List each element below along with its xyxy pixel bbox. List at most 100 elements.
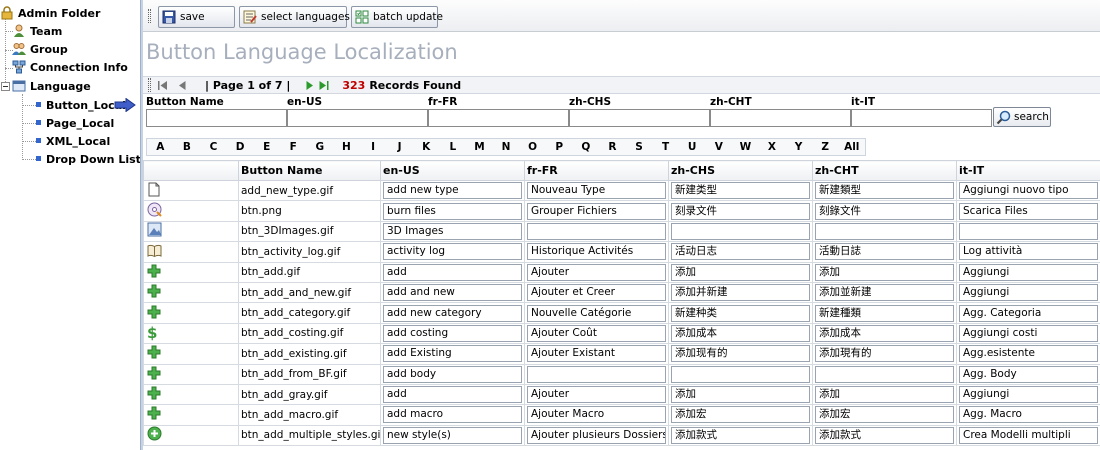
alpha-letter-a[interactable]: A (147, 141, 174, 153)
select-languages-button[interactable]: select languages... (239, 6, 360, 28)
alpha-letter-e[interactable]: E (253, 141, 280, 153)
alpha-letter-m[interactable]: M (466, 141, 493, 153)
button-name-filter-input[interactable] (146, 109, 287, 127)
zh-cht-text-input[interactable] (815, 222, 954, 240)
tree-item-xml-local[interactable]: XML_Local (36, 132, 110, 150)
it-it-text-input[interactable]: Aggiungi (959, 284, 1098, 302)
fr-fr-text-input[interactable]: Ajouter Macro (527, 406, 666, 424)
it-it-text-input[interactable]: Agg. Body (959, 365, 1098, 383)
zh-chs-text-input[interactable]: 新建种类 (671, 304, 810, 322)
fr-fr-text-input[interactable]: Grouper Fichiers (527, 202, 666, 220)
it-it-text-input[interactable]: Agg.esistente (959, 345, 1098, 363)
fr-fr-text-input[interactable]: Ajouter Existant (527, 345, 666, 363)
table-row[interactable]: btn_add.gif add Ajouter 添加 添加 Aggiungi (143, 261, 1100, 283)
zh-cht-text-input[interactable]: 添加 (815, 263, 954, 281)
zh-chs-text-input[interactable]: 添加 (671, 263, 810, 281)
table-row[interactable]: btn_activity_log.gif activity log Historiq… (143, 241, 1100, 263)
col-header-button-name[interactable]: Button Name (238, 160, 381, 181)
zh-cht-text-input[interactable]: 新建類型 (815, 182, 954, 200)
en-us-text-input[interactable]: add Existing (383, 345, 522, 363)
last-page-icon[interactable] (319, 80, 329, 90)
zh-cht-text-input[interactable]: 刻錄文件 (815, 202, 954, 220)
alpha-letter-v[interactable]: V (705, 141, 732, 153)
it-it-text-input[interactable]: Aggiungi costi (959, 324, 1098, 342)
table-row[interactable]: btn.png burn files Grouper Fichiers 刻录文件 刻錄文… (143, 200, 1100, 222)
zh-cht-text-input[interactable]: 添加並新建 (815, 284, 954, 302)
fr-fr-text-input[interactable]: Ajouter Coût (527, 324, 666, 342)
it-it-text-input[interactable] (959, 222, 1098, 240)
it-it-filter-input[interactable] (851, 109, 992, 127)
table-row[interactable]: btn_add_and_new.gif add and new Ajouter et… (143, 281, 1100, 304)
batch-update-button[interactable]: batch update (351, 6, 443, 28)
next-page-icon[interactable] (306, 80, 314, 90)
alpha-letter-f[interactable]: F (280, 141, 307, 153)
alpha-letter-g[interactable]: G (307, 141, 334, 153)
zh-cht-text-input[interactable] (815, 365, 954, 383)
zh-chs-text-input[interactable]: 活动日志 (671, 243, 810, 261)
table-row[interactable]: $ btn_add_costing.gif add costing Ajouter C… (143, 322, 1100, 345)
fr-fr-text-input[interactable]: Historique Activités (527, 243, 666, 261)
alpha-letter-b[interactable]: B (174, 141, 201, 153)
save-button[interactable]: save (158, 6, 235, 28)
zh-chs-text-input[interactable]: 添加款式 (671, 426, 810, 444)
it-it-text-input[interactable]: Aggiungi (959, 386, 1098, 404)
en-us-text-input[interactable]: new style(s) (383, 426, 522, 444)
col-header-zh-cht[interactable]: zh-CHT (812, 160, 957, 181)
table-row[interactable]: btn_add_macro.gif add macro Ajouter Macro 添… (143, 404, 1100, 426)
it-it-text-input[interactable]: Agg. Categoria (959, 304, 1098, 322)
zh-chs-filter-input[interactable] (569, 109, 710, 127)
alpha-letter-x[interactable]: X (759, 141, 786, 153)
zh-chs-text-input[interactable]: 刻录文件 (671, 202, 810, 220)
zh-cht-text-input[interactable]: 添加 (815, 386, 954, 404)
it-it-text-input[interactable]: Agg. Macro (959, 406, 1098, 424)
en-us-text-input[interactable]: activity log (383, 243, 522, 261)
table-row[interactable]: btn_add_category.gif add new category Nouv… (143, 302, 1100, 324)
previous-page-icon[interactable] (179, 80, 186, 90)
table-row[interactable]: add_new_type.gif add new type Nouveau Type… (143, 179, 1100, 202)
en-us-text-input[interactable]: add (383, 386, 522, 404)
col-header-zh-chs[interactable]: zh-CHS (668, 160, 813, 181)
tree-item-language[interactable]: Language (0, 77, 91, 95)
alpha-letter-i[interactable]: I (360, 141, 387, 153)
alpha-letter-u[interactable]: U (679, 141, 706, 153)
collapse-minus-icon[interactable] (0, 79, 10, 93)
alpha-letter-o[interactable]: O (519, 141, 546, 153)
it-it-text-input[interactable]: Scarica Files (959, 202, 1098, 220)
zh-cht-text-input[interactable]: 添加款式 (815, 426, 954, 444)
fr-fr-text-input[interactable] (527, 222, 666, 240)
alpha-letter-all[interactable]: All (838, 141, 865, 153)
table-row[interactable]: btn_add_multiple_styles.gif new style(s) A… (143, 424, 1100, 447)
zh-chs-text-input[interactable]: 新建类型 (671, 182, 810, 200)
fr-fr-text-input[interactable]: Ajouter (527, 386, 666, 404)
en-us-text-input[interactable]: add costing (383, 324, 522, 342)
en-us-text-input[interactable]: add new type (383, 182, 522, 200)
zh-chs-text-input[interactable]: 添加 (671, 386, 810, 404)
alpha-letter-z[interactable]: Z (812, 141, 839, 153)
it-it-text-input[interactable]: Aggiungi nuovo tipo (959, 182, 1098, 200)
it-it-text-input[interactable]: Crea Modelli multipli (959, 426, 1098, 444)
zh-cht-text-input[interactable]: 添加成本 (815, 324, 954, 342)
en-us-text-input[interactable]: add and new (383, 284, 522, 302)
alpha-letter-j[interactable]: J (386, 141, 413, 153)
zh-chs-text-input[interactable]: 添加宏 (671, 406, 810, 424)
zh-chs-text-input[interactable]: 添加并新建 (671, 284, 810, 302)
en-us-text-input[interactable]: add (383, 263, 522, 281)
zh-chs-text-input[interactable] (671, 222, 810, 240)
alpha-letter-w[interactable]: W (732, 141, 759, 153)
col-header-it-it[interactable]: it-IT (956, 160, 1100, 181)
alpha-letter-h[interactable]: H (333, 141, 360, 153)
alpha-letter-q[interactable]: Q (573, 141, 600, 153)
alpha-letter-y[interactable]: Y (785, 141, 812, 153)
alpha-letter-d[interactable]: D (227, 141, 254, 153)
en-us-text-input[interactable]: add new category (383, 304, 522, 322)
table-row[interactable]: btn_add_existing.gif add Existing Ajouter … (143, 343, 1100, 365)
zh-cht-text-input[interactable]: 添加宏 (815, 406, 954, 424)
en-us-text-input[interactable]: add macro (383, 406, 522, 424)
it-it-text-input[interactable]: Aggiungi (959, 263, 1098, 281)
fr-fr-text-input[interactable]: Nouvelle Catégorie (527, 304, 666, 322)
fr-fr-text-input[interactable]: Ajouter et Creer (527, 284, 666, 302)
en-us-text-input[interactable]: add body (383, 365, 522, 383)
zh-chs-text-input[interactable] (671, 365, 810, 383)
zh-cht-text-input[interactable]: 添加現有的 (815, 345, 954, 363)
zh-chs-text-input[interactable]: 添加成本 (671, 324, 810, 342)
